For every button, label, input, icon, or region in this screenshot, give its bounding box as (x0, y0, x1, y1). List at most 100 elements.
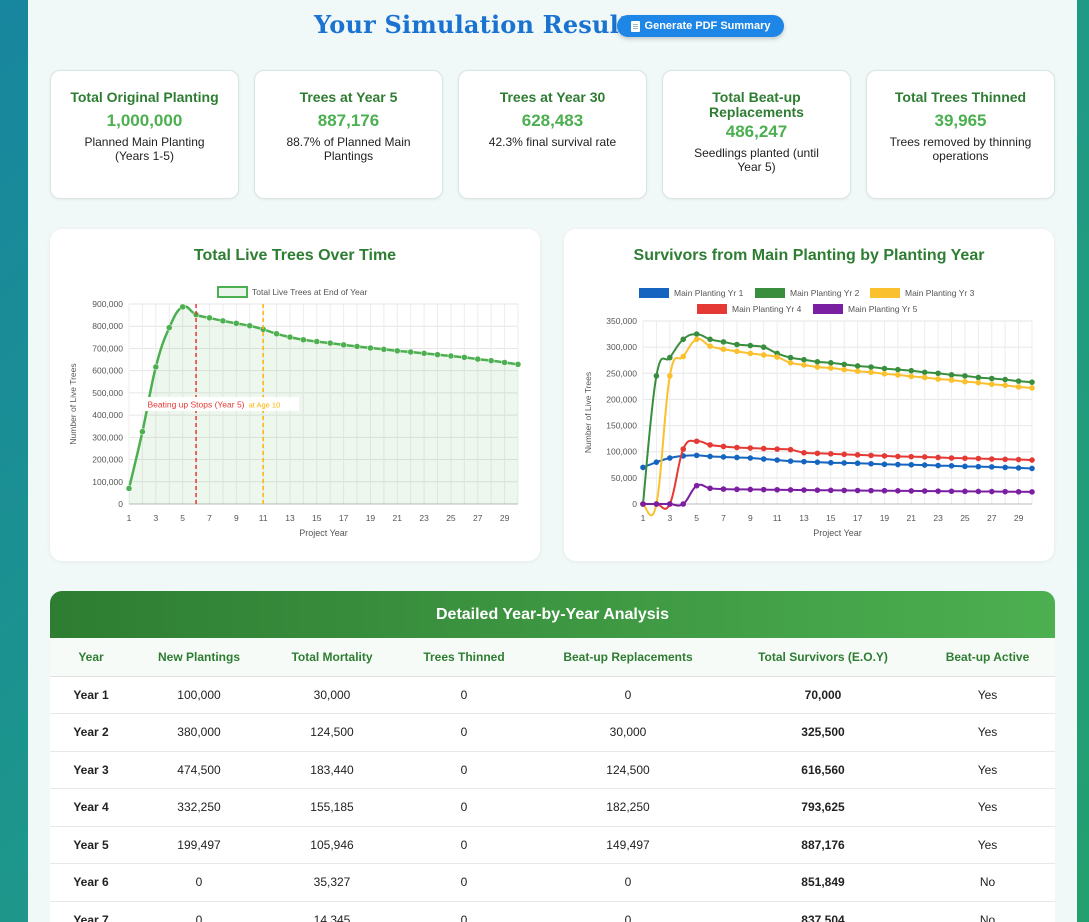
table-cell: Year 7 (50, 901, 132, 922)
data-point (908, 488, 915, 494)
x-tick-label: 21 (907, 513, 917, 523)
data-point (975, 455, 982, 462)
data-point (747, 342, 754, 349)
stat-card-trees-year-30: Trees at Year 30 628,483 42.3% final sur… (458, 70, 647, 199)
data-point (246, 322, 253, 330)
table-cell: Yes (920, 826, 1055, 864)
data-point (948, 377, 955, 383)
stat-card-thinned: Total Trees Thinned 39,965 Trees removed… (866, 70, 1055, 199)
data-point (447, 352, 455, 360)
table-cell: 105,946 (266, 826, 398, 864)
table-cell: 30,000 (530, 713, 726, 752)
x-tick-label: 3 (153, 513, 158, 523)
data-point (353, 343, 361, 350)
data-point (653, 373, 660, 379)
data-point (501, 359, 508, 366)
data-point (962, 463, 968, 470)
legend-label: Main Planting Yr 1 (674, 288, 744, 298)
data-point (895, 372, 901, 378)
data-point (286, 333, 294, 341)
table-cell: 0 (398, 863, 530, 902)
column-header: New Plantings (132, 638, 266, 677)
data-point (774, 457, 780, 463)
y-axis-label: Number of Live Trees (68, 363, 78, 444)
table-cell: Year 5 (50, 826, 132, 864)
data-point (881, 487, 888, 494)
generate-pdf-button[interactable]: Generate PDF Summary (617, 15, 784, 37)
table-cell: 0 (398, 826, 530, 864)
data-point (814, 459, 821, 465)
data-point (921, 369, 928, 376)
table-cell: No (920, 901, 1055, 922)
data-point (680, 353, 687, 360)
data-point (935, 462, 941, 469)
data-point (1029, 465, 1035, 472)
data-point (707, 343, 713, 349)
table-cell: 0 (398, 751, 530, 789)
table-row: Year 1 100,000 30,000 0 0 70,000 Yes (50, 676, 1055, 714)
x-tick-label: 19 (880, 513, 890, 523)
data-point (680, 501, 687, 507)
data-point (313, 338, 321, 345)
results-page: Your Simulation Results Generate PDF Sum… (28, 0, 1077, 922)
y-tick-label: 600,000 (92, 366, 123, 376)
data-point (747, 486, 754, 493)
stat-subtitle: Seedlings planted (until Year 5) (694, 146, 819, 174)
y-tick-label: 200,000 (92, 455, 123, 465)
table-cell: Year 4 (50, 788, 132, 827)
data-point (734, 444, 740, 451)
y-tick-label: 350,000 (606, 316, 637, 326)
data-point (693, 482, 700, 489)
y-tick-label: 800,000 (92, 321, 123, 331)
table-cell: 793,625 (726, 788, 920, 827)
y-axis-label: Number of Live Trees (583, 372, 593, 453)
data-point (734, 454, 740, 461)
data-point (1002, 376, 1008, 383)
x-tick-label: 11 (773, 513, 782, 523)
x-tick-label: 5 (694, 513, 699, 523)
legend-swatch (639, 288, 669, 298)
data-point (693, 336, 700, 343)
data-point (1002, 488, 1008, 495)
data-point (787, 354, 794, 361)
data-point (988, 375, 995, 382)
stat-value: 39,965 (934, 111, 987, 130)
table-cell: 0 (398, 713, 530, 752)
table-cell: 35,327 (266, 863, 398, 902)
data-point (693, 438, 700, 445)
data-point (908, 367, 915, 374)
column-header: Beat-up Replacements (530, 638, 726, 677)
data-point (948, 463, 955, 469)
data-point (801, 449, 807, 456)
data-point (1029, 385, 1035, 391)
data-point (165, 324, 173, 331)
data-point (640, 464, 646, 471)
table-cell: 149,497 (530, 826, 726, 864)
table-cell: 124,500 (266, 713, 398, 752)
data-point (841, 366, 848, 373)
data-point (720, 443, 727, 450)
y-tick-label: 300,000 (92, 432, 123, 442)
x-tick-label: 27 (473, 513, 483, 523)
x-tick-label: 25 (446, 513, 456, 523)
data-point (461, 354, 468, 361)
series-line (642, 439, 1033, 510)
y-tick-label: 400,000 (92, 410, 123, 420)
table-cell: Yes (920, 788, 1055, 827)
data-point (801, 362, 807, 368)
legend-label: Main Planting Yr 3 (905, 288, 975, 298)
data-point (841, 460, 848, 466)
series-line (642, 337, 1033, 517)
stat-value: 887,176 (317, 111, 380, 130)
data-point (787, 360, 794, 366)
data-point (948, 372, 955, 378)
data-point (975, 374, 982, 381)
data-point (487, 357, 495, 364)
data-point (962, 488, 968, 495)
y-tick-label: 0 (118, 499, 123, 509)
data-point (908, 461, 915, 468)
x-tick-label: 23 (419, 513, 429, 523)
data-point (206, 314, 213, 322)
data-point (895, 366, 901, 373)
table-cell: Year 1 (50, 676, 132, 714)
